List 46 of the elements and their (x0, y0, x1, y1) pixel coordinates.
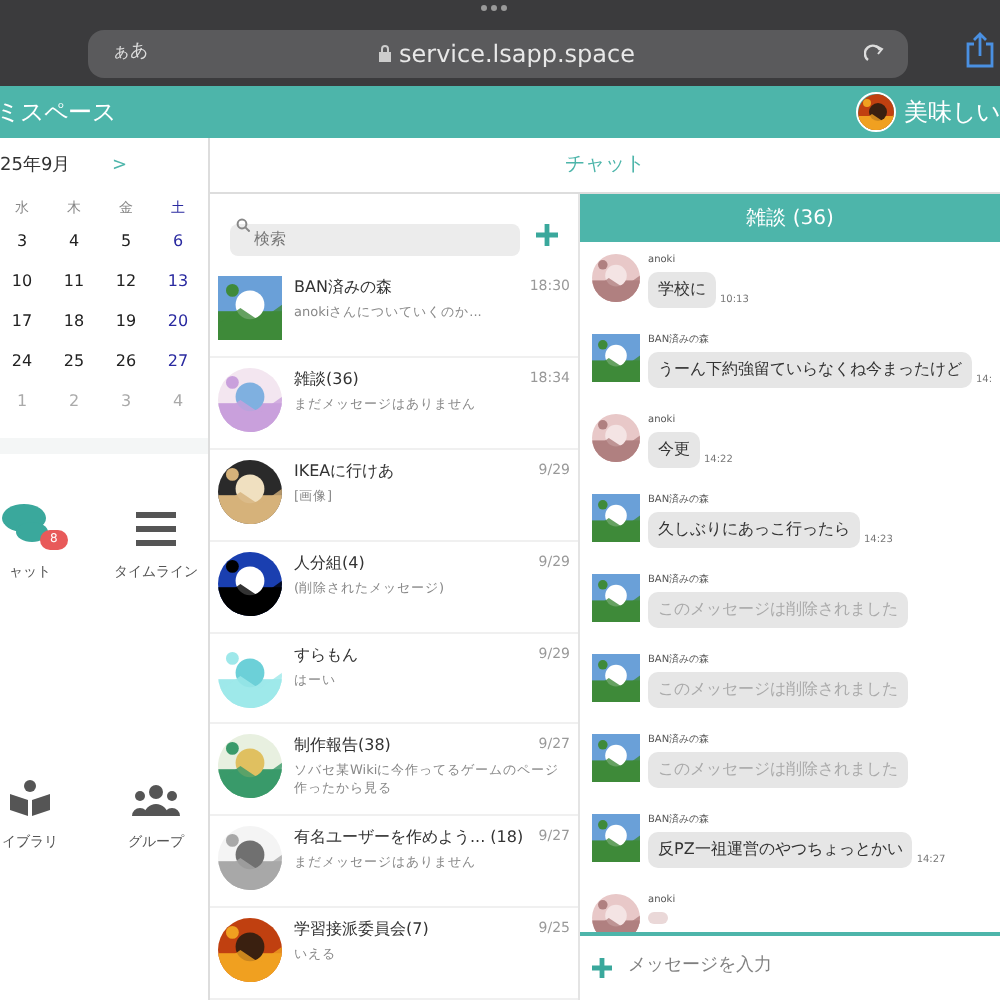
chat-title: チャット (565, 152, 645, 180)
room-name: 学習接派委員会(7) (294, 918, 429, 943)
calendar-day[interactable]: 13 (152, 262, 204, 302)
calendar-day[interactable]: 12 (100, 262, 152, 302)
text-size-button[interactable]: ぁあ (112, 39, 148, 67)
calendar-day[interactable]: 6 (152, 222, 204, 262)
room-name: すらもん (294, 643, 358, 667)
room-title: 雑談 (36) (746, 205, 834, 233)
message-bubble: 学校に (648, 272, 716, 308)
room-name: BAN済みの森 (294, 276, 392, 300)
room-name: 有名ユーザーを作めよう... (18) (294, 826, 524, 851)
add-icon[interactable] (592, 958, 612, 978)
calendar-day[interactable]: 27 (152, 342, 204, 382)
reload-icon[interactable] (864, 43, 884, 63)
add-icon[interactable] (536, 223, 558, 245)
message-bubble: 今更 (648, 432, 700, 468)
url-text: service.lsapp.space (399, 37, 635, 71)
calendar-day[interactable]: 10 (0, 262, 48, 302)
calendar-day[interactable]: 25 (48, 342, 100, 382)
room-name: IKEAに行けあ (294, 459, 395, 484)
calendar-day[interactable]: 24 (0, 342, 48, 382)
room-name: 人分組(4) (294, 551, 365, 576)
message-bubble (648, 912, 668, 924)
message-bubble: 反PZ一祖運営のやつちょっとかい (648, 832, 913, 868)
room-name: 制作報告(38) (294, 734, 391, 759)
calendar-day[interactable]: 4 (48, 222, 100, 262)
message-input[interactable]: メッセージを入力 (628, 954, 988, 982)
message-bubble: 久しぶりにあっこ行ったら (648, 512, 860, 548)
share-icon[interactable] (966, 32, 994, 68)
calendar-day[interactable]: 17 (0, 302, 48, 342)
calendar-month: 25年9月 (0, 154, 73, 181)
more-icon[interactable] (480, 4, 508, 12)
calendar-day[interactable]: 11 (48, 262, 100, 302)
address-bar[interactable]: ぁあ service.lsapp.space (88, 29, 908, 77)
calendar-day[interactable]: 5 (100, 222, 152, 262)
calendar-day[interactable]: 3 (0, 222, 48, 262)
calendar-day[interactable]: 20 (152, 302, 204, 342)
app-title: ミスペース (0, 96, 116, 130)
search-icon (236, 218, 250, 232)
message-bubble: うーん下約強留ていらなくね今まったけど (648, 352, 972, 388)
search-field[interactable]: 検索 (230, 223, 520, 255)
calendar-day[interactable]: 18 (48, 302, 100, 342)
room-name: 雑談(36) (294, 367, 359, 392)
lock-icon (377, 44, 391, 62)
calendar-day[interactable]: 19 (100, 302, 152, 342)
calendar-day[interactable]: 26 (100, 342, 152, 382)
